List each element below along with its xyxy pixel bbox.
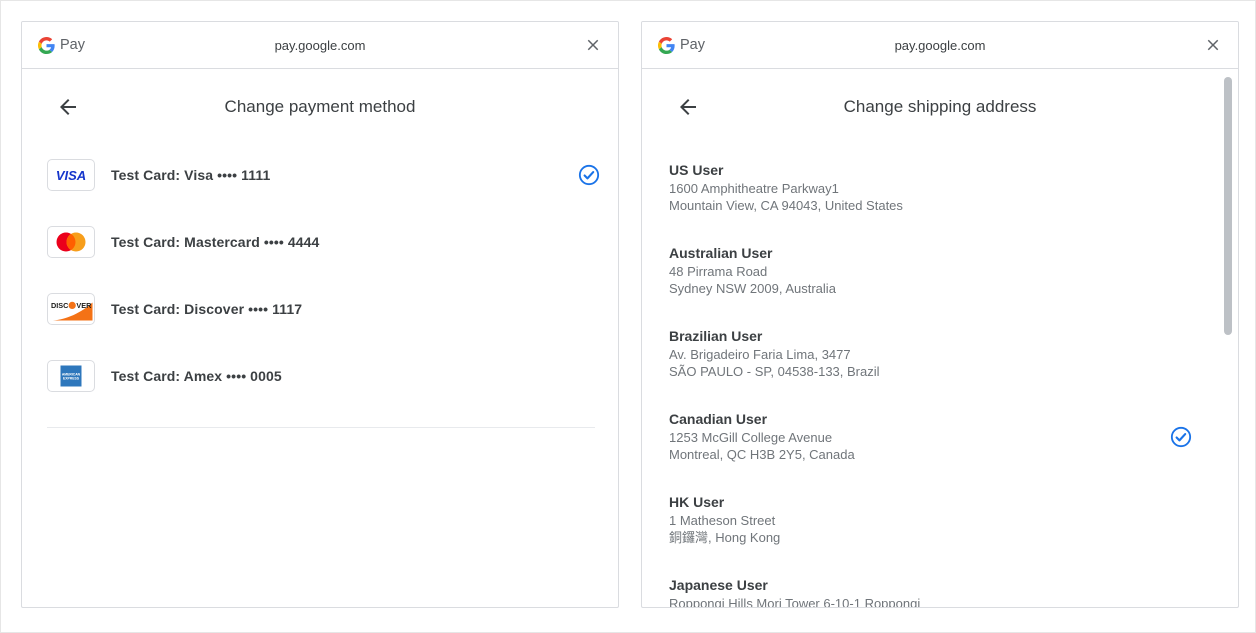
address-line2: SÃO PAULO - SP, 04538-133, Brazil	[669, 364, 1222, 381]
address-line2: 銅鑼灣, Hong Kong	[669, 530, 1222, 547]
shipping-dialog-body: Change shipping address US User 1600 Amp…	[642, 69, 1238, 607]
address-line1: 1600 Amphitheatre Parkway1	[669, 181, 1222, 198]
address-text: Canadian User 1253 McGill College Avenue…	[669, 410, 1170, 463]
selected-check-icon	[578, 164, 600, 186]
scrollbar-thumb[interactable]	[1224, 77, 1232, 335]
close-icon[interactable]	[1204, 36, 1222, 54]
payment-label: Test Card: Amex •••• 0005	[111, 368, 282, 384]
payment-row-mastercard[interactable]: Test Card: Mastercard •••• 4444	[47, 226, 600, 258]
mastercard-logo-icon	[47, 226, 95, 258]
discover-logo-icon: DISC VER	[47, 293, 95, 325]
address-name: HK User	[669, 493, 1222, 511]
close-icon[interactable]	[584, 36, 602, 54]
address-name: US User	[669, 161, 1222, 179]
address-line1: Roppongi Hills Mori Tower 6-10-1 Roppong…	[669, 596, 1222, 607]
address-name: Australian User	[669, 244, 1222, 262]
payment-label: Test Card: Discover •••• 1117	[111, 301, 302, 317]
address-text: Japanese User Roppongi Hills Mori Tower …	[669, 576, 1222, 607]
discover-wordmark-left: DISC	[51, 301, 69, 310]
address-row-brazilian[interactable]: Brazilian User Av. Brigadeiro Faria Lima…	[669, 327, 1222, 380]
address-name: Canadian User	[669, 410, 1170, 428]
selected-check-icon	[1170, 426, 1192, 448]
address-row-japanese[interactable]: Japanese User Roppongi Hills Mori Tower …	[669, 576, 1222, 607]
gpay-brand-label: Pay	[680, 37, 705, 53]
address-list: US User 1600 Amphitheatre Parkway1 Mount…	[642, 161, 1238, 607]
visa-wordmark: VISA	[56, 168, 86, 183]
shipping-title-bar: Change shipping address	[642, 93, 1238, 121]
address-line1: Av. Brigadeiro Faria Lima, 3477	[669, 347, 1222, 364]
address-text: Brazilian User Av. Brigadeiro Faria Lima…	[669, 327, 1222, 380]
page-title: Change shipping address	[642, 93, 1238, 121]
address-name: Brazilian User	[669, 327, 1222, 345]
payment-method-dialog: Pay pay.google.com Change payment method…	[21, 21, 619, 608]
google-g-icon	[658, 37, 675, 54]
payment-label: Test Card: Mastercard •••• 4444	[111, 234, 319, 250]
origin-label: pay.google.com	[642, 38, 1238, 53]
gpay-brand: Pay	[38, 37, 85, 54]
payment-row-amex[interactable]: AMERICAN EXPRESS Test Card: Amex •••• 00…	[47, 360, 600, 392]
list-divider	[47, 427, 595, 428]
discover-wordmark-right: VER	[76, 301, 92, 310]
address-line1: 1 Matheson Street	[669, 513, 1222, 530]
page-title: Change payment method	[22, 93, 618, 121]
origin-label: pay.google.com	[22, 38, 618, 53]
address-row-australian[interactable]: Australian User 48 Pirrama Road Sydney N…	[669, 244, 1222, 297]
payment-label: Test Card: Visa •••• 1111	[111, 167, 270, 183]
payment-method-list: VISA Test Card: Visa •••• 1111	[22, 159, 618, 392]
payment-row-discover[interactable]: DISC VER Test Card: Discover •••• 1117	[47, 293, 600, 325]
address-line2: Sydney NSW 2009, Australia	[669, 281, 1222, 298]
shipping-address-dialog: Pay pay.google.com Change shipping addre…	[641, 21, 1239, 608]
address-row-us[interactable]: US User 1600 Amphitheatre Parkway1 Mount…	[669, 161, 1222, 214]
address-text: Australian User 48 Pirrama Road Sydney N…	[669, 244, 1222, 297]
address-row-hk[interactable]: HK User 1 Matheson Street 銅鑼灣, Hong Kong	[669, 493, 1222, 546]
address-line1: 1253 McGill College Avenue	[669, 430, 1170, 447]
shipping-dialog-header: Pay pay.google.com	[642, 22, 1238, 69]
amex-logo-icon: AMERICAN EXPRESS	[47, 360, 95, 392]
screenshot-canvas: Pay pay.google.com Change payment method…	[0, 0, 1256, 633]
google-g-icon	[38, 37, 55, 54]
address-line2: Montreal, QC H3B 2Y5, Canada	[669, 447, 1170, 464]
payment-title-bar: Change payment method	[22, 93, 618, 121]
address-text: US User 1600 Amphitheatre Parkway1 Mount…	[669, 161, 1222, 214]
address-row-canadian[interactable]: Canadian User 1253 McGill College Avenue…	[669, 410, 1222, 463]
gpay-brand: Pay	[658, 37, 705, 54]
address-name: Japanese User	[669, 576, 1222, 594]
gpay-brand-label: Pay	[60, 37, 85, 53]
amex-wordmark-line2: EXPRESS	[63, 377, 80, 381]
address-text: HK User 1 Matheson Street 銅鑼灣, Hong Kong	[669, 493, 1222, 546]
payment-dialog-header: Pay pay.google.com	[22, 22, 618, 69]
visa-logo-icon: VISA	[47, 159, 95, 191]
address-line1: 48 Pirrama Road	[669, 264, 1222, 281]
address-line2: Mountain View, CA 94043, United States	[669, 198, 1222, 215]
payment-dialog-body: Change payment method VISA Test Card: Vi…	[22, 69, 618, 607]
payment-row-visa[interactable]: VISA Test Card: Visa •••• 1111	[47, 159, 600, 191]
